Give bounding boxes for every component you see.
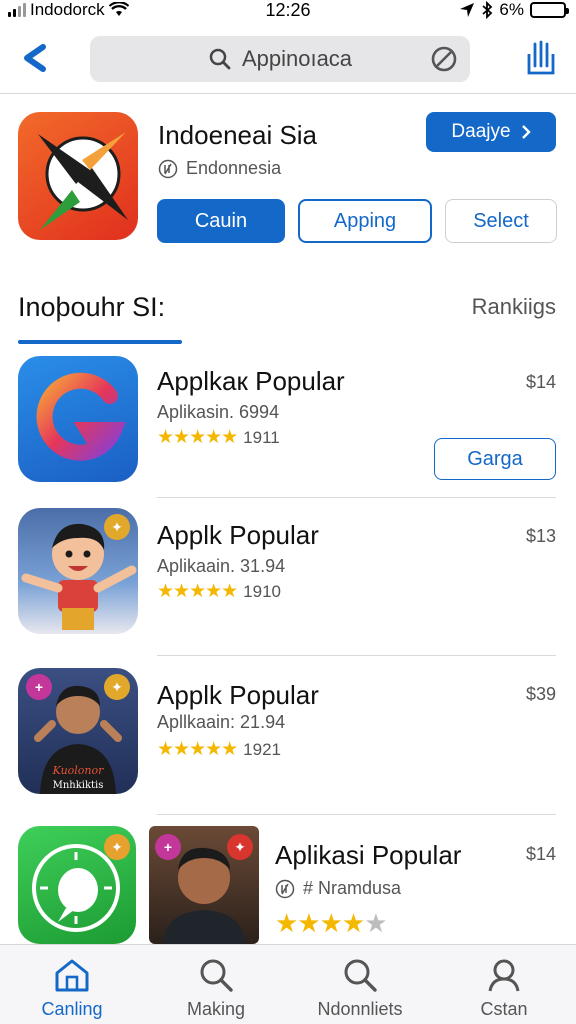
shirt-text: Mnhkiktis [53,780,104,791]
app-price: $14 [525,372,556,392]
section-underline [18,340,182,344]
star-rating-icon: ★★★★★ [157,427,238,448]
bluetooth-icon [482,1,493,19]
app-meta: Aplikasin. 6994 [157,402,280,422]
tab-canling[interactable]: Canling [0,945,144,1024]
app-rating: ★★★★★ [275,908,388,939]
app-icon: Kuolonor Mnhkiktis + ✦ [18,668,138,794]
app-name: Applkaк Popular [157,366,345,396]
app-meta: # Nramdusa [275,878,401,899]
person-icon [488,959,520,992]
app-icon [18,356,138,482]
app-meta: Aplikaain. 31.94 [157,556,286,576]
featured-get-button[interactable]: Daajye [426,112,556,152]
app-price: $39 [525,684,556,704]
app-rating: ★★★★★ 1910 [157,581,281,602]
search-icon [200,959,233,992]
divider [157,814,556,815]
app-secondary-icon: + ✦ [149,826,259,944]
rankings-link[interactable]: Rankiigs [472,294,556,320]
list-item[interactable]: Applkaк Popular Aplikasin. 6994 ★★★★★ 19… [0,354,576,504]
app-icon: ✦ [18,508,138,634]
home-icon [55,959,89,992]
cauin-button[interactable]: Cauin [157,199,285,243]
featured-app-developer: Endonnesia [158,158,281,179]
chevron-right-icon [521,125,531,139]
tab-making[interactable]: Making [144,945,288,1024]
list-item[interactable]: ✦ Applk Popular Aplikaain. 31.94 ★★★★★ 1… [0,508,576,658]
search-query: Appinoıaca [241,46,353,71]
app-meta: Apllkaain: 21.94 [157,712,286,732]
app-rating: ★★★★★ 1921 [157,739,281,760]
battery-percent: 6% [499,0,524,19]
divider [157,655,556,656]
star-rating-icon: ★★★★★ [157,581,238,602]
compass-icon [38,132,128,230]
app-rating: ★★★★★ 1911 [157,427,280,448]
battery-icon [530,2,569,18]
tab-cstan[interactable]: Cstan [432,945,576,1024]
search-icon [344,959,377,992]
section-header: Inoþouhr SI: Rankiigs [0,286,576,344]
app-price: $13 [525,526,556,546]
app-name: Aplikasi Popular [275,840,462,870]
list-item[interactable]: Kuolonor Mnhkiktis + ✦ Applk Popular Apl… [0,668,576,818]
plus-badge-icon: + [26,674,52,700]
star-rating-icon: ★★★★★ [275,908,388,938]
location-icon [460,3,475,17]
divider [157,497,556,498]
garga-button[interactable]: Garga [434,438,556,480]
search-header: Appinoıaca [0,30,576,94]
clear-search-icon[interactable] [430,45,458,73]
app-icon: ✦ [18,826,136,944]
gold-badge-icon: ✦ [104,834,130,860]
red-badge-icon: ✦ [227,834,253,860]
developer-icon [275,879,295,898]
app-name: Applk Popular [157,680,319,710]
search-icon [209,48,231,70]
star-rating-icon: ★★★★★ [157,739,238,760]
featured-app-title: Indoeneai Sia [158,120,318,150]
search-input[interactable]: Appinoıaca [90,36,470,82]
status-bar: Indodorck 12:26 6% [0,0,576,22]
app-name: Applk Popular [157,520,319,550]
share-icon[interactable] [524,40,558,76]
gold-badge-icon: ✦ [104,674,130,700]
featured-app-icon[interactable] [18,112,138,240]
select-button[interactable]: Select [445,199,557,243]
shirt-text: Kuolonor [52,764,105,777]
tab-ndonnliets[interactable]: Ndonnliets [288,945,432,1024]
list-item[interactable]: ✦ + ✦ Aplikasi Popular # Nramdusa ★★★★★ … [0,826,576,944]
tab-bar: Canling Making Ndonnliets Cstan [0,944,576,1024]
apping-button[interactable]: Apping [298,199,432,243]
plus-badge-icon: + [155,834,181,860]
section-title: Inoþouhr SI: [18,292,166,322]
featured-app: Indoeneai Sia Endonnesia Daajye Cauin Ap… [0,96,576,266]
app-price: $14 [525,844,556,864]
swirl-logo-icon [36,372,126,461]
back-button[interactable] [14,38,54,78]
gold-badge-icon: ✦ [104,514,130,540]
developer-icon [158,159,178,178]
chevron-left-icon [24,44,46,72]
